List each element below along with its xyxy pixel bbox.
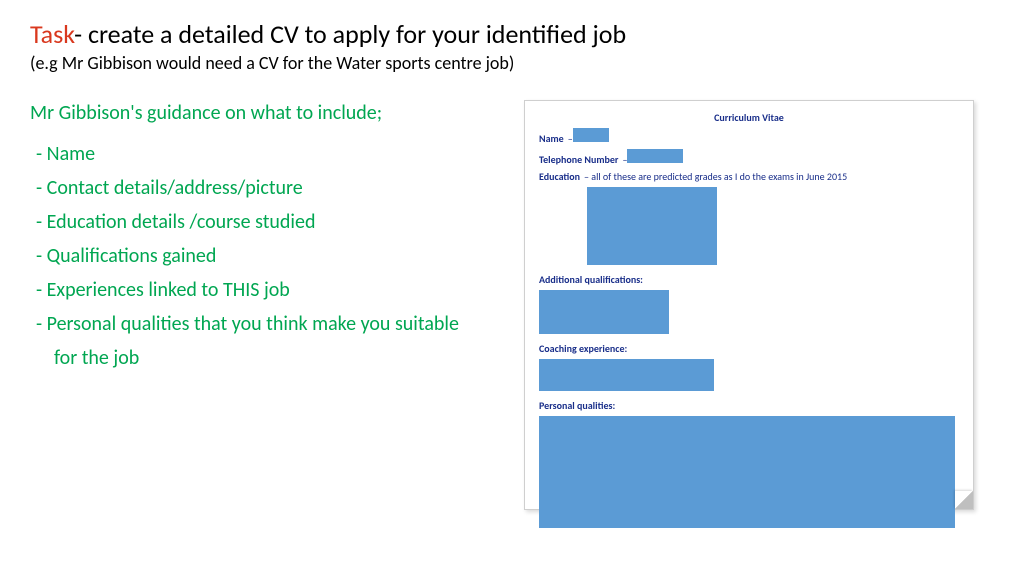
list-item: Personal qualities that you think make y… (30, 307, 460, 375)
title-rest: - create a detailed CV to apply for your… (74, 18, 626, 50)
redacted-block (587, 187, 717, 265)
redacted-block (627, 149, 683, 163)
cv-education-label: Education (539, 170, 580, 183)
content-row: Mr Gibbison's guidance on what to includ… (30, 100, 994, 510)
cv-education-row: Education – all of these are predicted g… (539, 170, 959, 183)
cv-phone-row: Telephone Number – (539, 149, 959, 166)
guidance-column: Mr Gibbison's guidance on what to includ… (30, 100, 480, 510)
list-item: Contact details/address/picture (30, 171, 460, 205)
list-item: Name (30, 137, 460, 171)
cv-coach-label: Coaching experience: (539, 342, 627, 355)
cv-education-note: – all of these are predicted grades as I… (584, 170, 847, 183)
guidance-heading: Mr Gibbison's guidance on what to includ… (30, 100, 460, 127)
cv-document: Curriculum Vitae Name – Telephone Number… (524, 100, 974, 510)
cv-name-row: Name – (539, 128, 959, 145)
title-task-word: Task (30, 18, 74, 50)
list-item: Qualifications gained (30, 239, 460, 273)
page-curl-icon (955, 491, 973, 509)
redacted-block (539, 359, 714, 391)
list-item: Education details /course studied (30, 205, 460, 239)
redacted-block (539, 416, 955, 528)
list-item: Experiences linked to THIS job (30, 273, 460, 307)
cv-name-label: Name (539, 132, 564, 145)
redacted-block (539, 290, 669, 334)
cv-addq-label: Additional qualifications: (539, 273, 643, 286)
page-subtitle: (e.g Mr Gibbison would need a CV for the… (30, 52, 994, 74)
cv-pq-label: Personal qualities: (539, 399, 615, 412)
cv-heading: Curriculum Vitae (539, 111, 959, 124)
redacted-block (573, 128, 609, 142)
guidance-list: Name Contact details/address/picture Edu… (30, 137, 460, 375)
page-title: Task- create a detailed CV to apply for … (30, 18, 994, 50)
cv-addq-row: Additional qualifications: (539, 273, 959, 286)
cv-pq-row: Personal qualities: (539, 399, 959, 412)
cv-coach-row: Coaching experience: (539, 342, 959, 355)
cv-phone-label: Telephone Number (539, 153, 618, 166)
